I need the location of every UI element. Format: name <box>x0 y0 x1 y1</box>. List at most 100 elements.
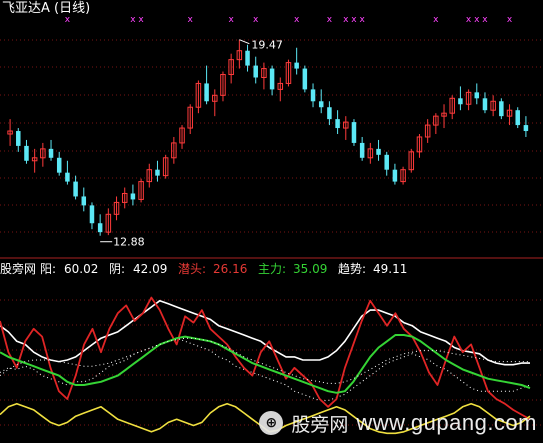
indicator-grid <box>0 299 543 426</box>
candle <box>204 65 209 105</box>
signal-markers: xxxxxxxxxxxxxxxx <box>65 15 513 25</box>
candle <box>236 39 243 69</box>
candle-body <box>155 169 160 176</box>
indicator-key: 主力: <box>258 262 286 276</box>
signal-marker: x <box>433 15 439 25</box>
candle <box>433 113 439 134</box>
candle <box>343 116 349 140</box>
indicator-value: 35.09 <box>293 262 327 276</box>
candle-body <box>523 125 529 132</box>
candle <box>335 110 340 134</box>
candle-body <box>245 50 250 66</box>
candle-body <box>499 101 504 117</box>
candle <box>113 196 120 221</box>
candle-body <box>269 68 275 90</box>
candle <box>48 139 54 161</box>
candle <box>31 148 38 173</box>
candle <box>212 89 218 117</box>
indicator-name: 股旁网 <box>0 261 36 276</box>
candle <box>499 98 504 120</box>
candle <box>162 154 169 179</box>
candle <box>89 202 95 230</box>
candle <box>376 139 381 161</box>
candle <box>155 160 160 182</box>
indicator-value: 49.11 <box>373 262 407 276</box>
candle-body <box>351 122 357 143</box>
signal-marker: x <box>228 15 234 25</box>
signal-marker: x <box>359 15 365 25</box>
candle <box>146 163 153 188</box>
candle <box>392 163 398 185</box>
candle <box>24 139 29 164</box>
candle <box>97 214 103 236</box>
candle-body <box>48 148 54 158</box>
candle <box>285 59 292 87</box>
candle <box>56 151 62 176</box>
signal-marker: x <box>138 15 144 25</box>
candle <box>449 95 455 120</box>
indicator-key: 阴: <box>109 262 125 276</box>
chart-title: 飞亚达A (日线) <box>2 1 90 16</box>
candle <box>482 92 488 114</box>
candle-body <box>89 205 95 224</box>
candle-body <box>294 62 299 69</box>
candle-body <box>359 142 365 158</box>
candle <box>179 125 185 149</box>
candle <box>515 107 520 129</box>
candle-body <box>81 196 87 206</box>
signal-marker: x <box>65 15 71 25</box>
candle-body <box>376 148 381 155</box>
candle <box>424 119 431 143</box>
candle-body <box>16 131 21 146</box>
candle <box>416 134 423 158</box>
candle-body <box>65 172 70 182</box>
candle <box>359 136 365 161</box>
low-annotation-label: 12.88 <box>113 236 145 249</box>
watermark: ⊕ 股旁网 www.gupang.com <box>259 409 537 437</box>
candle <box>195 80 202 114</box>
candle-body <box>392 169 398 182</box>
stock-chart-canvas: xxxxxxxxxxxxxxxx 飞亚达A (日线) 19.47 12.88 股… <box>0 1 543 435</box>
candle-body <box>458 98 463 105</box>
candle <box>277 77 284 102</box>
candle-body <box>24 145 29 161</box>
indicator-value: 60.02 <box>64 262 98 276</box>
signal-marker: x <box>507 15 513 25</box>
candle <box>40 142 46 167</box>
candle <box>367 142 374 164</box>
candle-body <box>73 181 78 197</box>
candle <box>490 95 496 117</box>
candle <box>458 86 463 111</box>
signal-marker: x <box>482 15 488 25</box>
candle-body <box>204 83 209 102</box>
candle <box>269 65 275 96</box>
candle <box>245 44 250 72</box>
signal-marker: x <box>130 15 136 25</box>
candle-body <box>56 157 62 173</box>
signal-marker: x <box>327 15 333 25</box>
candle <box>310 83 316 108</box>
signal-marker: x <box>466 15 472 25</box>
candle-body <box>130 193 136 200</box>
candle <box>351 119 357 146</box>
candle-body <box>97 223 103 233</box>
candle <box>187 104 193 134</box>
candle <box>138 178 144 203</box>
candle-body <box>327 107 332 120</box>
watermark-site-text: www.gupang.com <box>356 410 537 435</box>
candle-body <box>310 89 316 102</box>
candle <box>327 101 332 126</box>
candle <box>302 65 308 93</box>
high-annotation: 19.47 <box>239 39 283 52</box>
low-annotation: 12.88 <box>100 236 145 249</box>
signal-marker: x <box>294 15 300 25</box>
candle <box>408 148 415 173</box>
candlestick-series <box>7 39 529 236</box>
candle-body <box>384 154 389 170</box>
watermark-cn-text: 股旁网 <box>291 413 349 436</box>
signal-marker: x <box>351 15 357 25</box>
candle <box>65 160 70 185</box>
indicator-red-line <box>0 296 531 421</box>
candle-body <box>318 101 324 108</box>
candle <box>523 116 529 137</box>
